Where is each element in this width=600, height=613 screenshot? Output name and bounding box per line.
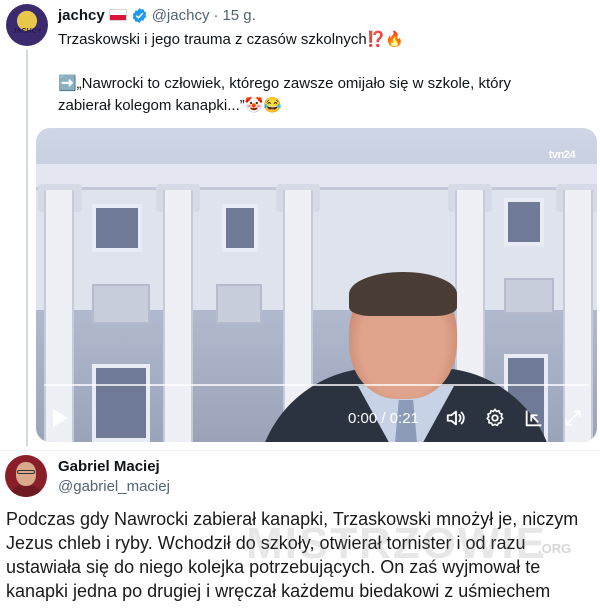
avatar-text: JACHCY <box>12 28 42 35</box>
fullscreen-icon <box>565 410 581 426</box>
video-timecode: 0:00 / 0:21 <box>348 409 419 427</box>
tweet-timestamp[interactable]: 15 g. <box>222 7 255 24</box>
fullscreen-button[interactable] <box>561 406 585 430</box>
volume-button[interactable] <box>444 406 468 430</box>
video-player[interactable]: tvn24 0:00 / 0:21 <box>36 128 597 442</box>
watermark: MISTRZOWIE <box>246 519 548 568</box>
author-name-2[interactable]: Gabriel Maciej <box>58 458 160 475</box>
watermark-suffix: .ORG <box>538 541 572 556</box>
tweet-text-line2: ➡️„Nawrocki to człowiek, którego zawsze … <box>58 75 511 92</box>
window <box>222 204 258 252</box>
avatar-face <box>16 462 36 486</box>
pip-icon <box>525 410 542 427</box>
channel-logo: tvn24 <box>548 149 576 161</box>
window <box>504 198 544 246</box>
pip-button[interactable] <box>522 406 546 430</box>
play-button[interactable] <box>48 406 72 430</box>
tweet-text-line: kanapki jedna po drugiej i wręczał każde… <box>6 581 551 601</box>
person-hair <box>349 272 457 316</box>
video-frame <box>36 128 597 442</box>
author-handle[interactable]: @jachcy <box>152 7 210 24</box>
volume-icon <box>446 410 465 426</box>
avatar-gabriel[interactable] <box>5 455 47 497</box>
tweet-text-line3: zabierał kolegom kanapki...”🤡😂 <box>58 97 283 114</box>
tweet-jachcy: JACHCY jachcy @jachcy · 15 g. Trzaskowsk… <box>0 0 600 450</box>
separator-dot: · <box>213 6 219 24</box>
column <box>163 190 193 442</box>
avatar-jachcy[interactable]: JACHCY <box>6 4 48 46</box>
avatar-glasses <box>17 470 35 474</box>
wall-relief <box>92 284 150 324</box>
column <box>563 190 593 442</box>
tweet-header: jachcy @jachcy · 15 g. <box>58 5 256 25</box>
progress-bar[interactable] <box>44 384 589 386</box>
window <box>92 364 150 442</box>
settings-button[interactable] <box>483 406 507 430</box>
tweet-text-line1: Trzaskowski i jego trauma z czasów szkol… <box>58 31 405 48</box>
column <box>44 190 74 442</box>
play-icon <box>53 409 68 427</box>
poland-flag-icon <box>108 9 127 21</box>
avatar-body <box>9 485 43 497</box>
tweet-divider <box>0 450 600 451</box>
wall-relief <box>504 278 554 314</box>
author-name[interactable]: jachcy <box>58 7 105 24</box>
thread-line <box>26 50 28 446</box>
wall-relief <box>216 284 262 324</box>
verified-badge-icon <box>132 7 146 23</box>
window <box>92 204 142 252</box>
author-handle-2[interactable]: @gabriel_maciej <box>58 478 170 495</box>
settings-icon <box>486 408 504 427</box>
